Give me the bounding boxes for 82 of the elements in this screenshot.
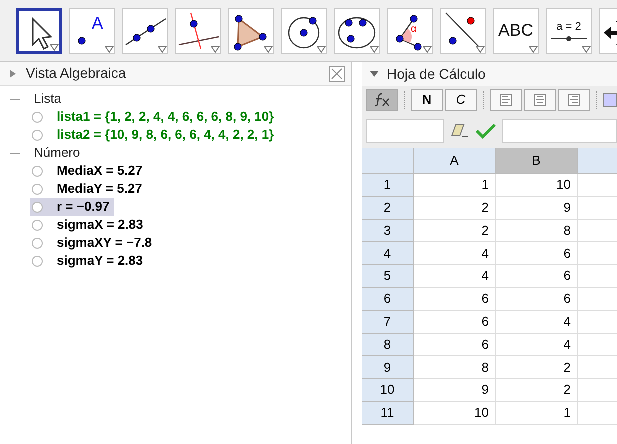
- style-button[interactable]: C: [445, 89, 477, 111]
- eraser-icon[interactable]: [450, 123, 470, 139]
- tool-button[interactable]: α: [387, 8, 433, 54]
- collapse-arrow-icon[interactable]: [10, 70, 16, 78]
- align-icon: [568, 94, 580, 106]
- row-header[interactable]: 7: [362, 310, 414, 334]
- visibility-radio[interactable]: [32, 220, 43, 230]
- color-swatch[interactable]: [603, 93, 617, 107]
- visibility-radio[interactable]: [32, 238, 43, 248]
- algebra-item[interactable]: lista1 = {1, 2, 2, 4, 4, 6, 6, 6, 8, 9, 10}: [30, 108, 278, 126]
- row-header[interactable]: 10: [362, 379, 414, 402]
- column-header[interactable]: [578, 148, 617, 174]
- visibility-radio[interactable]: [32, 166, 43, 176]
- table-cell[interactable]: 6: [414, 288, 496, 311]
- column-header[interactable]: A: [414, 148, 496, 174]
- algebra-item[interactable]: MediaY = 5.27: [30, 180, 146, 198]
- table-cell[interactable]: 9: [414, 379, 496, 402]
- tool-button[interactable]: ABC: [493, 8, 539, 54]
- row-header[interactable]: 1: [362, 174, 414, 197]
- row-header[interactable]: 4: [362, 242, 414, 266]
- visibility-radio[interactable]: [32, 112, 43, 122]
- table-cell[interactable]: 10: [414, 402, 496, 425]
- algebra-item[interactable]: sigmaXY = −7.8: [30, 234, 156, 252]
- row-header[interactable]: 5: [362, 265, 414, 288]
- algebra-item[interactable]: sigmaX = 2.83: [30, 216, 148, 234]
- table-cell[interactable]: 6: [414, 310, 496, 334]
- table-cell[interactable]: 6: [414, 334, 496, 356]
- align-icon: [500, 94, 512, 106]
- table-cell[interactable]: 1: [414, 174, 496, 197]
- style-button[interactable]: [490, 89, 522, 111]
- input-field[interactable]: [502, 119, 617, 143]
- table-cell[interactable]: 2: [496, 379, 578, 402]
- table-cell[interactable]: 4: [496, 310, 578, 334]
- visibility-radio[interactable]: [32, 256, 43, 266]
- row-header[interactable]: 9: [362, 356, 414, 380]
- collapse-arrow-icon[interactable]: [370, 71, 379, 77]
- row-header[interactable]: 8: [362, 334, 414, 356]
- style-button[interactable]: N: [411, 89, 443, 111]
- corner-cell: [362, 148, 414, 174]
- table-cell[interactable]: 6: [496, 288, 578, 311]
- visibility-radio[interactable]: [32, 184, 43, 194]
- table-cell[interactable]: 2: [496, 356, 578, 380]
- style-button[interactable]: [366, 89, 398, 111]
- table-cell[interactable]: 2: [414, 220, 496, 242]
- row-header[interactable]: 2: [362, 196, 414, 220]
- style-button[interactable]: [524, 89, 556, 111]
- algebra-item[interactable]: sigmaY = 2.83: [30, 252, 148, 270]
- row-header[interactable]: 3: [362, 220, 414, 242]
- close-icon[interactable]: [329, 66, 345, 82]
- table-cell[interactable]: 8: [414, 356, 496, 380]
- function-icon: [373, 93, 391, 107]
- table-cell[interactable]: 4: [496, 334, 578, 356]
- table-cell[interactable]: 4: [414, 242, 496, 266]
- row-header[interactable]: 6: [362, 288, 414, 311]
- slider-icon: [549, 34, 589, 42]
- style-button[interactable]: [558, 89, 590, 111]
- table-cell[interactable]: 10: [496, 174, 578, 197]
- tool-button[interactable]: [16, 8, 62, 54]
- checkmark-icon[interactable]: [476, 123, 496, 139]
- cell-name-field[interactable]: [366, 119, 444, 143]
- table-cell[interactable]: 9: [496, 196, 578, 220]
- row-header[interactable]: 11: [362, 402, 414, 425]
- group-label[interactable]: Número: [34, 143, 80, 163]
- table-cell[interactable]: 6: [496, 242, 578, 266]
- table-cell[interactable]: 2: [414, 196, 496, 220]
- align-icon: [534, 94, 546, 106]
- algebra-item[interactable]: MediaX = 5.27: [30, 162, 147, 180]
- column-header[interactable]: B: [496, 148, 578, 174]
- tool-button[interactable]: A: [69, 8, 115, 54]
- panel-title: Vista Algebraica: [26, 64, 128, 83]
- table-cell[interactable]: 1: [496, 402, 578, 425]
- visibility-radio[interactable]: [32, 130, 43, 140]
- table-cell[interactable]: 4: [414, 265, 496, 288]
- tool-button[interactable]: a = 2: [546, 8, 592, 54]
- table-cell[interactable]: 8: [496, 220, 578, 242]
- table-cell[interactable]: 6: [496, 265, 578, 288]
- group-label[interactable]: Lista: [34, 89, 62, 109]
- algebra-item[interactable]: lista2 = {10, 9, 8, 6, 6, 6, 4, 4, 2, 2, 1}: [30, 126, 278, 144]
- visibility-radio[interactable]: [32, 202, 43, 212]
- algebra-item[interactable]: r = −0.97: [30, 198, 114, 216]
- panel-title: Hoja de Cálculo: [387, 64, 486, 84]
- point-icon: [77, 36, 87, 46]
